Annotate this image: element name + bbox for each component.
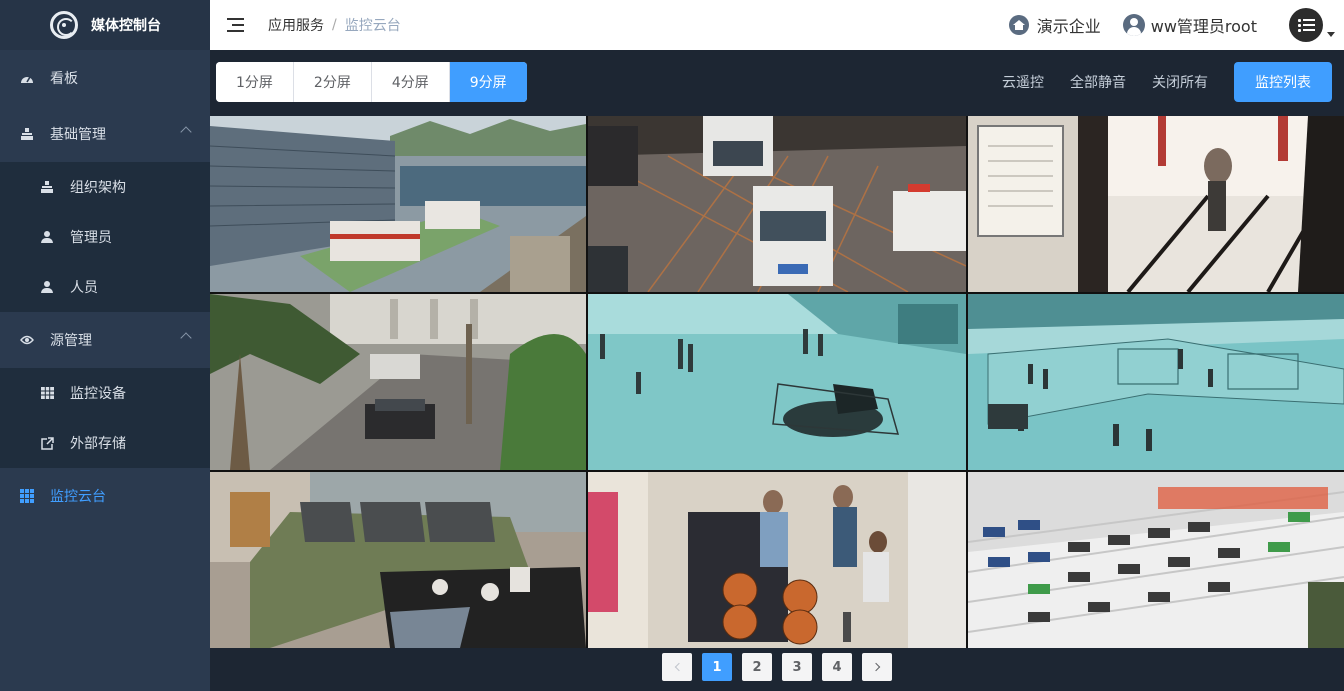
caret-down-icon[interactable] (1327, 31, 1335, 37)
grid-icon (20, 489, 34, 503)
page-button[interactable]: 4 (822, 653, 852, 681)
home-icon (1008, 15, 1029, 35)
user-name: ww管理员root (1150, 17, 1257, 36)
sidebar-item-label: 组织架构 (70, 180, 126, 196)
breadcrumb-current: 监控云台 (344, 18, 401, 34)
ptz-control-button[interactable]: 云遥控 (1002, 72, 1044, 92)
sidebar-item-label: 管理员 (70, 230, 112, 246)
sidebar-item-label: 监控云台 (50, 489, 106, 505)
sidebar-item-dashboard[interactable]: 看板 (0, 50, 210, 106)
toolbar-actions: 云遥控 全部静音 关闭所有 监控列表 (1002, 62, 1332, 102)
video-feed-3[interactable] (968, 116, 1344, 292)
layout-9-button[interactable]: 9分屏 (449, 62, 527, 102)
video-feed-4[interactable] (210, 294, 586, 470)
close-all-button[interactable]: 关闭所有 (1152, 72, 1208, 92)
video-feed-1[interactable] (210, 116, 586, 292)
layout-4-button[interactable]: 4分屏 (371, 62, 450, 102)
video-feed-6[interactable] (968, 294, 1344, 470)
monitor-toolbar: 1分屏 2分屏 4分屏 9分屏 云遥控 全部静音 关闭所有 监控列表 (210, 50, 1344, 116)
user-menu[interactable]: ww管理员root (1122, 13, 1257, 37)
prev-page-button[interactable] (662, 653, 692, 681)
next-page-button[interactable] (862, 653, 892, 681)
video-feed-5[interactable] (588, 294, 966, 470)
sidebar-item-label: 看板 (50, 71, 78, 87)
page-button[interactable]: 2 (742, 653, 772, 681)
video-feed-8[interactable] (588, 472, 966, 648)
page-button[interactable]: 1 (702, 653, 732, 681)
sidebar-item-label: 基础管理 (50, 127, 106, 143)
sidebar-item-source-management[interactable]: 源管理 (0, 312, 210, 368)
video-grid (210, 116, 1344, 648)
company-name: 演示企业 (1036, 17, 1101, 36)
sidebar-item-label: 外部存储 (70, 436, 126, 452)
layout-2-button[interactable]: 2分屏 (293, 62, 372, 102)
submenu-basic-management: 组织架构 管理员 人员 (0, 162, 210, 312)
video-feed-9[interactable] (968, 472, 1344, 648)
sidebar-item-basic-management[interactable]: 基础管理 (0, 106, 210, 162)
layout-1-button[interactable]: 1分屏 (216, 62, 294, 102)
chevron-up-icon (180, 332, 192, 344)
sidebar-item-label: 源管理 (50, 333, 92, 349)
layout-switcher: 1分屏 2分屏 4分屏 9分屏 (216, 62, 527, 102)
breadcrumb: 应用服务 / 监控云台 (268, 15, 401, 35)
logo-bar: 媒体控制台 (0, 0, 210, 50)
company-switcher[interactable]: 演示企业 (1008, 13, 1101, 37)
sidebar-item-external-storage[interactable]: 外部存储 (0, 418, 210, 468)
top-header: 应用服务 / 监控云台 演示企业 ww管理员root (210, 0, 1344, 50)
sidebar-item-label: 监控设备 (70, 386, 126, 402)
sidebar: 媒体控制台 看板 基础管理 组织架构 管理员 人员 源管理 监控设备 外部存储 … (0, 0, 210, 691)
list-menu-icon[interactable] (1289, 8, 1323, 42)
org-tree-icon (20, 127, 34, 141)
eye-icon (20, 333, 34, 347)
dashboard-icon (20, 71, 34, 85)
pagination: 1 2 3 4 (662, 653, 902, 681)
video-feed-2[interactable] (588, 116, 966, 292)
sidebar-item-cloud-monitor[interactable]: 监控云台 (0, 468, 210, 524)
video-feed-7[interactable] (210, 472, 586, 648)
breadcrumb-item[interactable]: 应用服务 (268, 15, 324, 35)
logo-icon (50, 11, 78, 39)
sidebar-item-admins[interactable]: 管理员 (0, 212, 210, 262)
menu-toggle-icon[interactable] (227, 18, 244, 32)
chevron-up-icon (180, 126, 192, 138)
app-title: 媒体控制台 (91, 18, 161, 34)
sidebar-item-monitor-devices[interactable]: 监控设备 (0, 368, 210, 418)
sidebar-item-personnel[interactable]: 人员 (0, 262, 210, 312)
submenu-source-management: 监控设备 外部存储 (0, 368, 210, 468)
mute-all-button[interactable]: 全部静音 (1070, 72, 1126, 92)
org-tree-icon (40, 180, 54, 194)
user-icon (40, 230, 54, 244)
breadcrumb-separator: / (332, 17, 337, 33)
sidebar-item-label: 人员 (70, 280, 98, 296)
user-icon (40, 280, 54, 294)
page-button[interactable]: 3 (782, 653, 812, 681)
sidebar-item-org-structure[interactable]: 组织架构 (0, 162, 210, 212)
monitor-list-button[interactable]: 监控列表 (1234, 62, 1332, 102)
avatar-icon (1122, 14, 1145, 36)
external-link-icon (40, 436, 54, 450)
table-icon (40, 386, 54, 400)
header-right: 演示企业 ww管理员root (1008, 0, 1344, 50)
